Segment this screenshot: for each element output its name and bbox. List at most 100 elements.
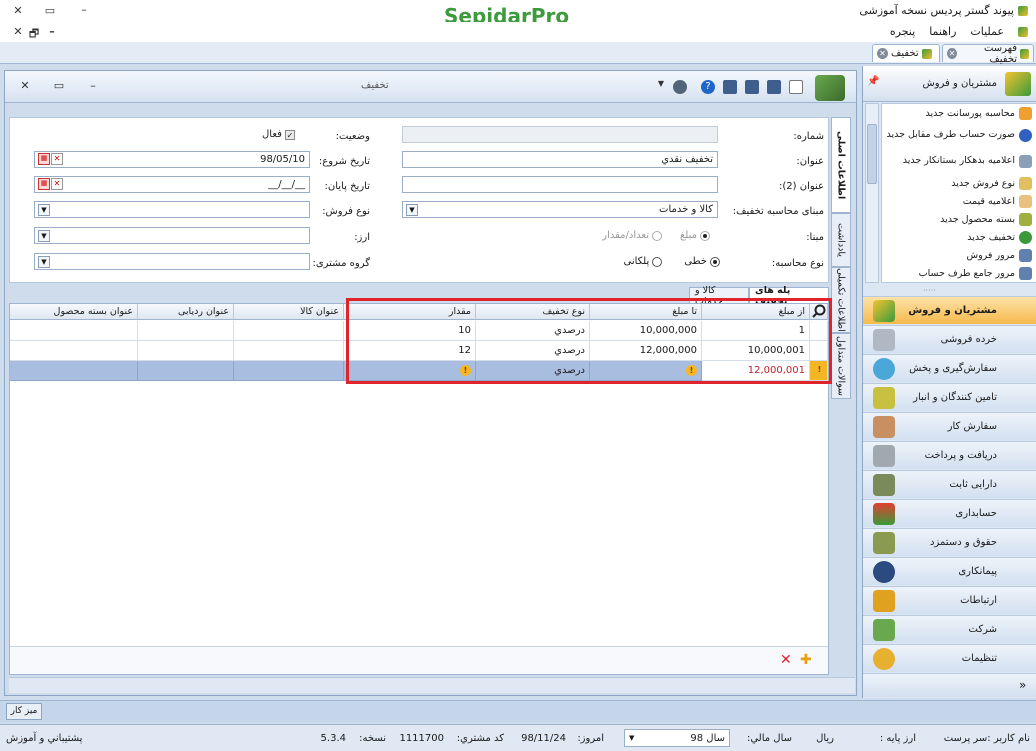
active-checkbox[interactable]: ✓ فعال [262,129,295,140]
vtab-notes[interactable]: یادداشت [831,213,851,267]
list-item[interactable]: صورت حساب طرف مقابل جدید [882,122,1036,148]
clear-icon[interactable]: ✕ [51,178,63,190]
list-item[interactable]: اعلامیه بدهکار بستانکار جدید [882,148,1036,174]
dropdown-arrow-icon[interactable]: ▼ [653,79,669,88]
module-panel: 📌 مشتریان و فروش محاسبه پورسانت جدید صور… [862,66,1036,698]
pin-icon[interactable]: 📌 [867,76,879,87]
dropdown-icon[interactable]: ▼ [38,204,50,216]
vtab-main-info[interactable]: اطلاعات اصلی [831,117,851,213]
close-icon[interactable]: ✕ [947,48,957,59]
col-bundle[interactable]: عنوان بسته محصول [10,304,138,320]
new-document-icon[interactable] [789,80,803,94]
nav-settings[interactable]: تنظیمات [863,644,1036,672]
dropdown-icon[interactable]: ▼ [38,256,50,268]
sales-review-icon [1019,248,1032,262]
nav-company[interactable]: شرکت [863,615,1036,643]
calc-linear-radio[interactable] [710,256,720,267]
col-item[interactable]: عنوان کالا [234,304,344,320]
tab-label: تخفیف [891,48,919,59]
desktop-button[interactable]: میز کار [6,703,42,720]
close-form-button[interactable]: ✕ [17,79,33,92]
title2-field[interactable] [402,176,718,193]
tab-label: فهرست تخفیف [983,42,1018,65]
title-field[interactable]: تخفیف نقدي [402,151,718,168]
dropdown-icon[interactable]: ▼ [406,204,418,216]
dropdown-icon[interactable]: ▼ [629,734,634,742]
list-item[interactable]: اعلامیه قیمت [882,192,1036,210]
minimize-child-button[interactable]: – [44,25,60,38]
menu-operations[interactable]: عملیات [970,25,1004,38]
save-icon[interactable] [723,80,737,94]
list-item[interactable]: بسته محصول جدید [882,210,1036,228]
end-date-field[interactable]: __/__/__ [34,176,310,193]
document-tabs: ✕ فهرست تخفیف ✕ تخفیف [0,42,1036,65]
calc-stepwise-radio[interactable] [652,256,663,267]
sale-type-select[interactable]: ▼ [34,201,310,218]
calendar-icon[interactable]: ▦ [38,153,50,165]
nav-suppliers[interactable]: تامین کنندگان و انبار [863,383,1036,411]
list-item[interactable]: محاسبه پورسانت جدید [882,104,1036,122]
list-item[interactable]: مرور فروش [882,246,1036,264]
add-row-icon[interactable]: ✚ [800,652,812,668]
nav-retail[interactable]: خرده فروشی [863,325,1036,353]
list-item[interactable]: نوع فروش جدید [882,174,1036,192]
checkbox-icon[interactable]: ✓ [284,129,295,140]
dropdown-icon[interactable]: ▼ [38,230,50,242]
minimize-form-button[interactable]: – [85,79,101,92]
status-fiscal-year-label: سال مالي: [746,733,792,744]
grid-footer: ✚ ✕ [10,646,828,674]
calc-stepwise-option[interactable]: پلکانی [623,256,663,267]
save-close-icon[interactable] [745,80,759,94]
nav-payroll[interactable]: حقوق و دستمزد [863,528,1036,556]
accounting-icon [873,503,895,525]
nav-customers-sales[interactable]: مشتریان و فروش [863,296,1036,324]
nav-accounting[interactable]: حسابداری [863,499,1036,527]
calc-linear-option[interactable]: خطی [684,256,720,267]
form-title: تخفیف [361,80,389,91]
clear-icon[interactable]: ✕ [51,153,63,165]
calc-basis-select[interactable]: کالا و خدمات ▼ [402,201,718,218]
settings-icon [873,648,895,670]
calendar-icon[interactable]: ▦ [38,178,50,190]
sales-icon [873,300,895,322]
start-date-field[interactable]: 98/05/10 [34,151,310,168]
task-list-scrollbar[interactable] [865,103,879,283]
tab-discount-list[interactable]: ✕ فهرست تخفیف [942,42,1034,65]
col-tracking[interactable]: عنوان ردیابی [138,304,234,320]
list-item[interactable]: تخفیف جدید [882,228,1036,246]
vtab-extra-info[interactable]: اطلاعات تکمیلی [831,267,851,333]
delete-row-icon[interactable]: ✕ [780,652,792,668]
restore-app-button[interactable]: ▭ [42,4,58,17]
nav-fixed-assets[interactable]: دارایی ثابت [863,470,1036,498]
support-link[interactable]: پشتیباني و آموزش [6,733,82,744]
nav-work-order[interactable]: سفارش کار [863,412,1036,440]
fiscal-year-select[interactable]: سال 98 ▼ [624,729,730,747]
nav-contracting[interactable]: پیمانکاری [863,557,1036,585]
save-new-icon[interactable] [767,80,781,94]
splitter-grip[interactable]: ····· [923,286,936,295]
tab-discount[interactable]: ✕ تخفیف [872,44,940,62]
restore-form-button[interactable]: ▭ [51,79,67,92]
close-icon[interactable]: ✕ [877,48,888,59]
list-icon [1020,48,1030,59]
nav-communications[interactable]: ارتباطات [863,586,1036,614]
refresh-icon[interactable] [673,80,687,94]
currency-select[interactable]: ▼ [34,227,310,244]
vtab-faq[interactable]: سوالات متداول [831,333,851,399]
status-customer-code-label: کد مشتري: [456,733,504,744]
form-toolbar: ✕ ▭ – تخفیف ▼ ? [5,71,856,103]
basis-amount-radio [700,230,710,241]
list-item[interactable]: مرور جامع طرف حساب [882,264,1036,282]
more-icon[interactable]: » [1019,678,1026,692]
close-child-button[interactable]: ✕ [10,25,26,38]
customer-group-select[interactable]: ▼ [34,253,310,270]
minimize-app-button[interactable]: – [76,3,92,16]
menu-window[interactable]: پنجره [890,25,915,38]
warehouse-icon [873,387,895,409]
close-app-button[interactable]: ✕ [10,4,26,17]
nav-receipt-payment[interactable]: دریافت و پرداخت [863,441,1036,469]
calc-basis-value: کالا و خدمات [659,204,713,215]
menu-help[interactable]: راهنما [929,25,956,38]
nav-ordering[interactable]: سفارش‌گیری و پخش [863,354,1036,382]
help-icon[interactable]: ? [701,80,715,94]
